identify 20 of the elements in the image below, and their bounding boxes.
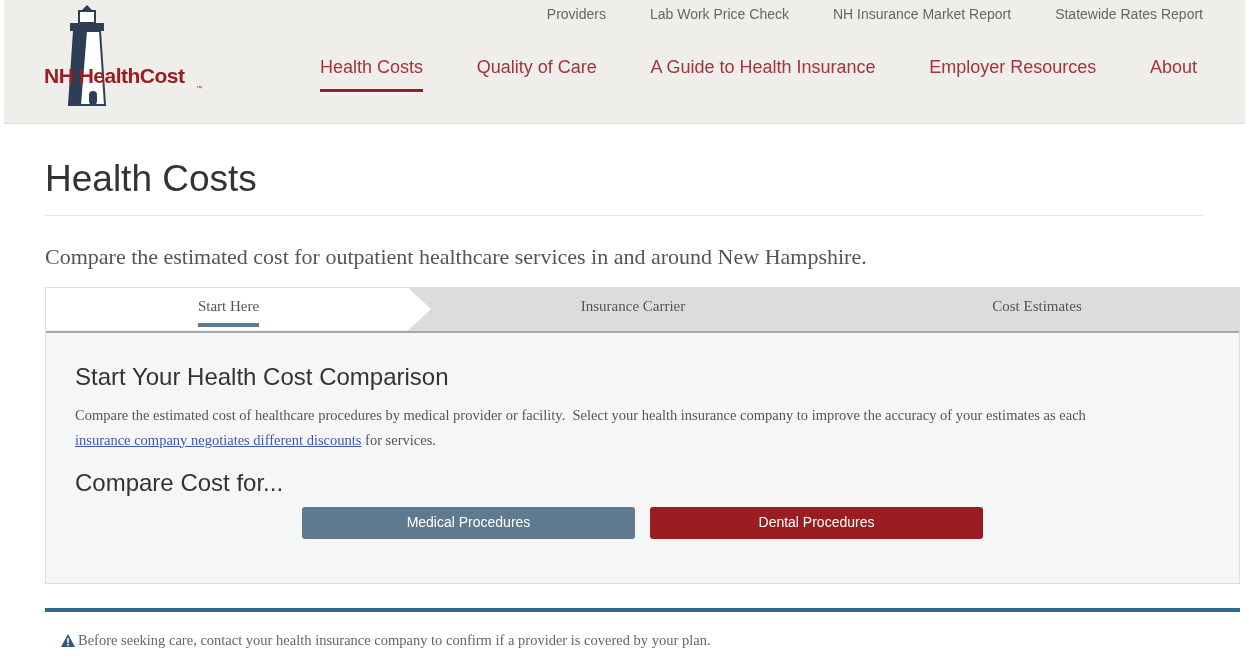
- page-title: Health Costs: [45, 124, 1204, 216]
- step-tab[interactable]: Start Here: [46, 287, 431, 331]
- utility-link[interactable]: Statewide Rates Report: [1055, 4, 1203, 25]
- nav-tab[interactable]: Quality of Care: [476, 54, 597, 92]
- warning-icon: [61, 633, 75, 647]
- nav-tab[interactable]: About: [1149, 54, 1197, 92]
- nav-tab[interactable]: Health Costs: [320, 54, 424, 92]
- panel-title: Start Your Health Cost Comparison: [75, 361, 450, 392]
- intro-text: Compare the estimated cost for outpatient healthcare services in and around New Hampshire.: [45, 242, 868, 271]
- discounts-link[interactable]: insurance company negotiates different discounts: [75, 431, 362, 448]
- utility-link[interactable]: Lab Work Price Check: [649, 4, 789, 25]
- compare-heading: Compare Cost for...: [75, 467, 285, 498]
- panel-description: Compare the estimated cost of healthcare procedures by medical provider or facility. Select your health insurance company to improve the accuracy of your estimates as each insurance company negotiates different discounts for services.: [75, 405, 1087, 450]
- procedure-button[interactable]: Medical Procedures: [302, 506, 635, 539]
- nav-tab[interactable]: A Guide to Health Insurance: [650, 54, 876, 92]
- notice-text: Before seeking care, contact your health insurance company to confirm if a provider is covered by your plan.: [78, 630, 711, 650]
- utility-link[interactable]: NH Insurance Market Report: [832, 4, 1012, 25]
- utility-link[interactable]: Providers: [546, 4, 606, 25]
- procedure-button[interactable]: Dental Procedures: [650, 506, 983, 539]
- nav-tab[interactable]: Employer Resources: [929, 54, 1097, 92]
